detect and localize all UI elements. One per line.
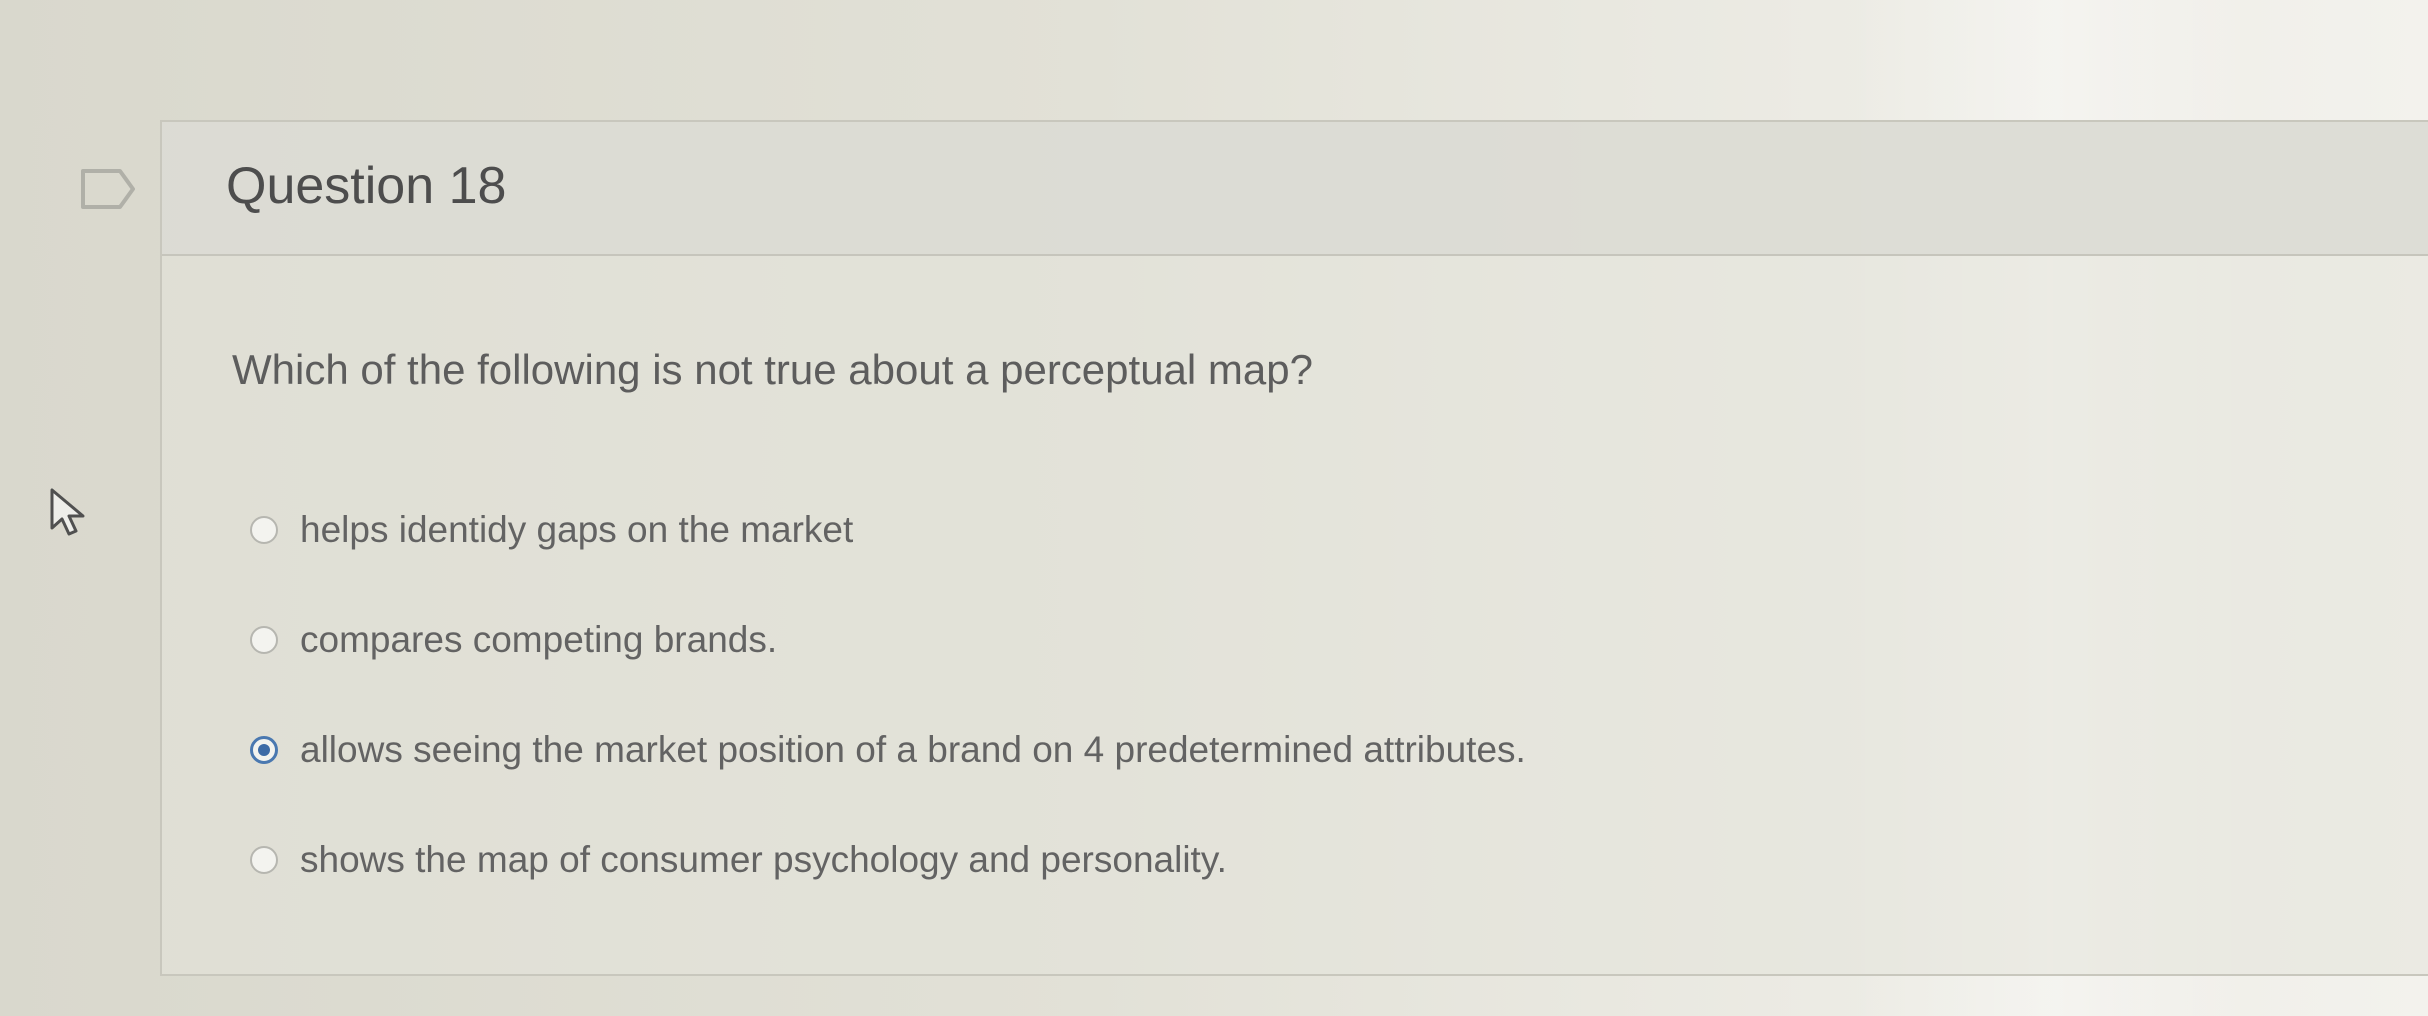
question-card: Question 18 Which of the following is no… bbox=[160, 120, 2428, 976]
answer-label[interactable]: compares competing brands. bbox=[300, 619, 777, 661]
radio-button[interactable] bbox=[250, 626, 278, 654]
answer-option[interactable]: allows seeing the market position of a b… bbox=[250, 722, 1526, 778]
question-header: Question 18 bbox=[162, 122, 2428, 256]
mouse-pointer-icon bbox=[48, 488, 88, 536]
radio-button[interactable] bbox=[250, 736, 278, 764]
radio-button[interactable] bbox=[250, 846, 278, 874]
answer-label[interactable]: allows seeing the market position of a b… bbox=[300, 729, 1526, 771]
question-text: Which of the following is not true about… bbox=[232, 346, 1313, 393]
answer-option[interactable]: helps identidy gaps on the market bbox=[250, 502, 853, 558]
answer-label[interactable]: shows the map of consumer psychology and… bbox=[300, 839, 1227, 881]
radio-button[interactable] bbox=[250, 516, 278, 544]
flag-icon[interactable] bbox=[80, 168, 136, 210]
question-title: Question 18 bbox=[226, 157, 507, 215]
answer-option[interactable]: shows the map of consumer psychology and… bbox=[250, 832, 1227, 888]
answer-label[interactable]: helps identidy gaps on the market bbox=[300, 509, 853, 551]
answer-option[interactable]: compares competing brands. bbox=[250, 612, 777, 668]
